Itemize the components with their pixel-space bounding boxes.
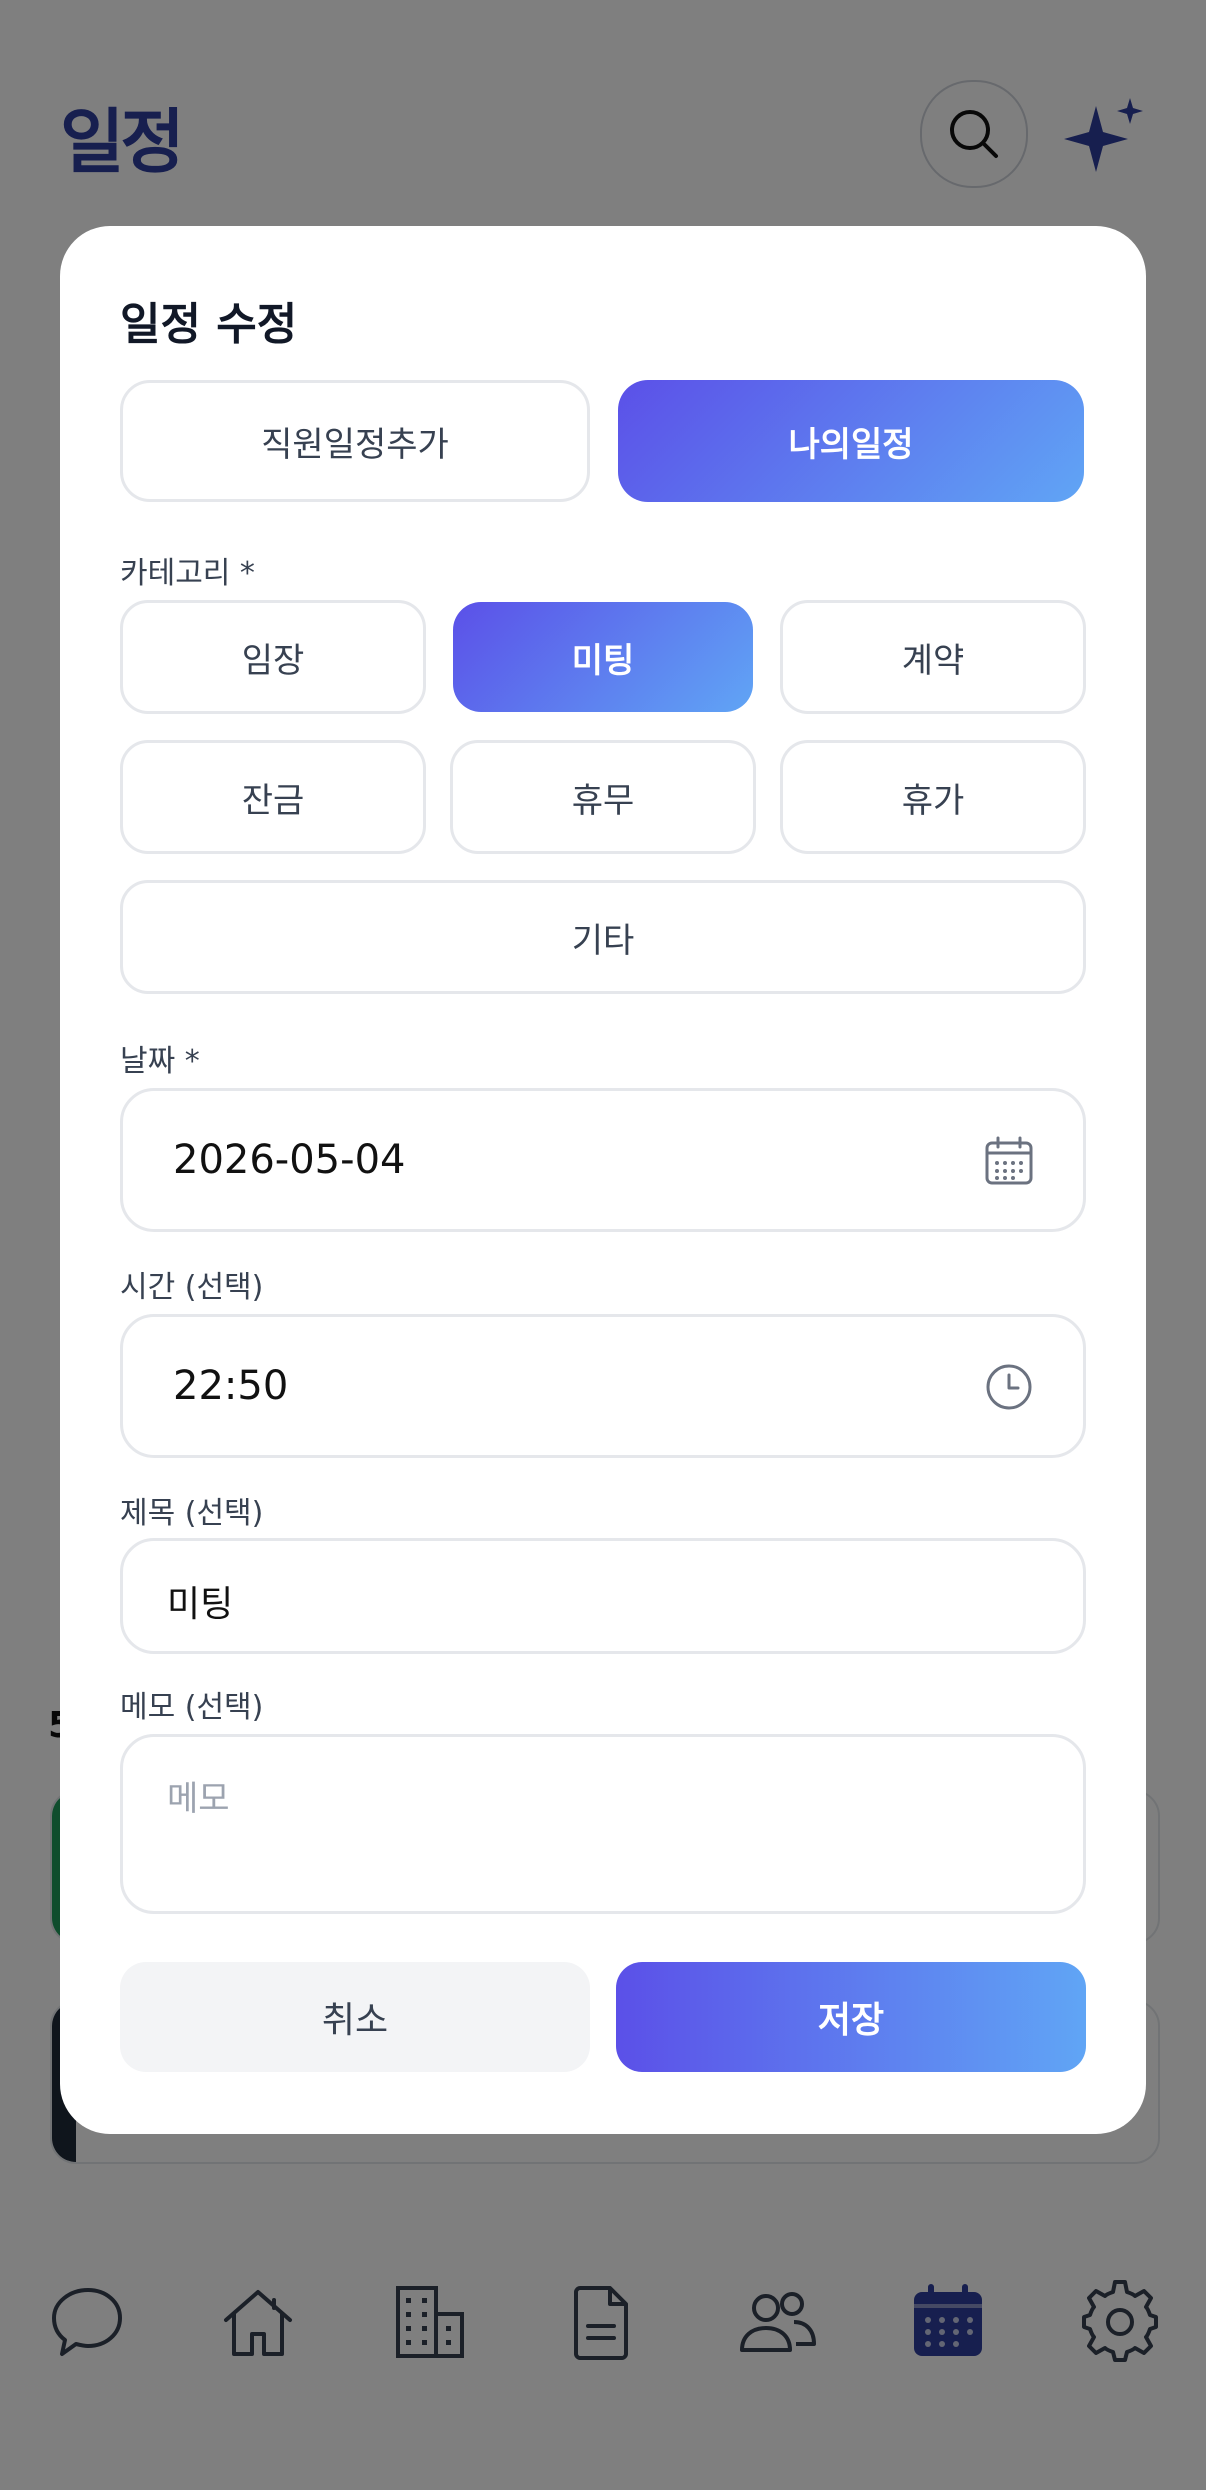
calendar-icon[interactable] <box>983 1135 1035 1187</box>
category-chip-meeting[interactable]: 미팅 <box>453 602 753 712</box>
category-chip-imjang[interactable]: 임장 <box>120 600 426 714</box>
subject-value: 미팅 <box>167 1584 234 1625</box>
date-field[interactable]: 2026-05-04 <box>120 1088 1086 1232</box>
category-chip-dayoff[interactable]: 휴무 <box>450 740 756 854</box>
time-label: 시간 (선택) <box>120 1270 264 1305</box>
subject-label: 제목 (선택) <box>120 1496 264 1531</box>
category-chip-balance[interactable]: 잔금 <box>120 740 426 854</box>
time-field[interactable]: 22:50 <box>120 1314 1086 1458</box>
cancel-button[interactable]: 취소 <box>120 1962 590 2072</box>
save-button[interactable]: 저장 <box>616 1962 1086 2072</box>
segment-staff-schedule[interactable]: 직원일정추가 <box>120 380 590 502</box>
clock-icon[interactable] <box>983 1361 1035 1413</box>
category-label: 카테고리 * <box>120 556 255 591</box>
subject-input[interactable]: 미팅 <box>120 1538 1086 1654</box>
time-value: 22:50 <box>173 1363 289 1409</box>
category-chip-other[interactable]: 기타 <box>120 880 1086 994</box>
category-chip-contract[interactable]: 계약 <box>780 600 1086 714</box>
segment-my-schedule[interactable]: 나의일정 <box>618 380 1084 502</box>
category-chip-vacation[interactable]: 휴가 <box>780 740 1086 854</box>
date-label: 날짜 * <box>120 1044 200 1079</box>
edit-schedule-modal: 일정 수정 직원일정추가 나의일정 카테고리 * 임장 미팅 계약 잔금 휴무 … <box>60 226 1146 2134</box>
memo-label: 메모 (선택) <box>120 1690 264 1725</box>
modal-title: 일정 수정 <box>120 299 298 350</box>
memo-textarea[interactable]: 메모 <box>120 1734 1086 1914</box>
date-value: 2026-05-04 <box>173 1137 406 1183</box>
memo-placeholder: 메모 <box>167 1779 230 1819</box>
